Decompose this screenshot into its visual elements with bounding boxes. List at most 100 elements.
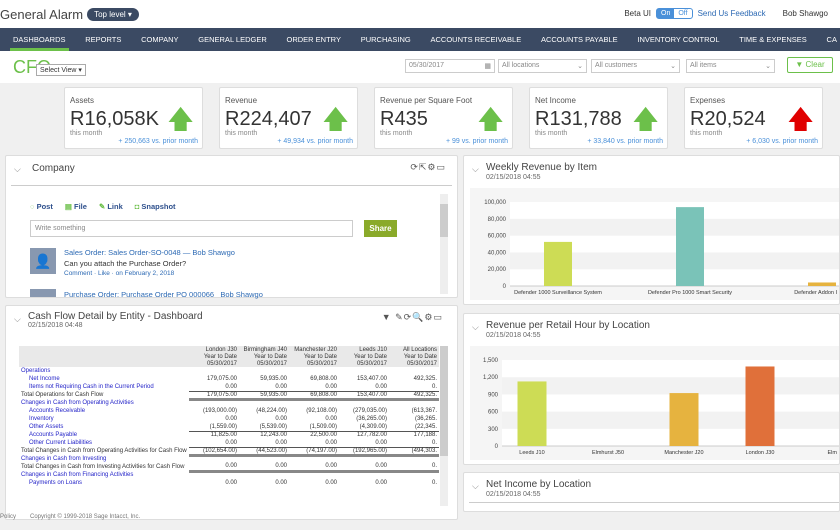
nav-item[interactable]: INVENTORY CONTROL — [634, 28, 722, 51]
collapse-chevron-icon[interactable]: ⌵ — [14, 164, 21, 175]
row-label[interactable]: Other Assets — [19, 423, 189, 431]
arrow-up-icon: 🡅 — [787, 104, 814, 134]
collapse-chevron-icon[interactable]: ⌵ — [472, 481, 479, 492]
tab-post[interactable]: ◌ Post — [30, 202, 53, 211]
cell-value: 492,325. — [389, 391, 439, 401]
customers-value: All customers — [595, 62, 638, 69]
locations-select[interactable]: All locations ⌄ — [498, 59, 587, 73]
post-input[interactable]: Write something — [30, 220, 353, 237]
panel-title: Cash Flow Detail by Entity - Dashboard — [28, 311, 203, 322]
row-label[interactable]: Net Income — [19, 375, 189, 383]
row-label[interactable]: Accounts Receivable — [19, 407, 189, 415]
x-tick-label: Elm — [828, 450, 838, 456]
kpi-change[interactable]: + 250,663 vs. prior month — [118, 138, 198, 145]
y-tick-label: 1,200 — [483, 375, 499, 381]
calendar-icon[interactable]: ▦ — [484, 62, 491, 70]
cell-value: 0.00 — [225, 416, 237, 422]
user-menu[interactable]: Bob Shawgo — [783, 9, 828, 18]
panel-actions-icons[interactable]: ▼ ✎⟳🔍⚙▭ — [382, 312, 443, 323]
row-label[interactable]: Other Current Liabilities — [19, 439, 189, 447]
kpi-card[interactable]: Revenue per Square Foot R435 this month + 9… — [374, 87, 513, 149]
kpi-period: this month — [535, 130, 568, 137]
collapse-chevron-icon[interactable]: ⌵ — [14, 314, 21, 325]
select-view-dropdown[interactable]: Select View ▾ — [36, 64, 86, 76]
feed-author[interactable]: Bob Shawgo — [220, 290, 263, 299]
feed-link[interactable]: Purchase Order: Purchase Order PO 000066 — [64, 290, 214, 299]
kpi-value: R435 — [380, 108, 428, 130]
row-label[interactable]: Accounts Payable — [19, 431, 189, 439]
table-row: Payments on Loans 0.00 0.00 0.00 0.00 0. — [19, 479, 439, 487]
cell-value: 177,188. — [413, 432, 437, 439]
feed-link[interactable]: Sales Order: Sales Order-SO-0048 — [64, 248, 181, 257]
policy-link[interactable]: Policy — [0, 514, 16, 520]
cell-value: 0.00 — [289, 439, 339, 448]
customers-select[interactable]: All customers ⌄ — [591, 59, 680, 73]
beta-toggle[interactable]: On Off — [656, 8, 693, 19]
kpi-card[interactable]: Net Income R131,788 this month + 33,840 vs.… — [529, 87, 668, 149]
nav-item[interactable]: DASHBOARDS — [10, 28, 69, 51]
cell-value — [339, 471, 389, 479]
kpi-change[interactable]: + 33,840 vs. prior month — [587, 138, 663, 145]
nav-item[interactable]: CA — [824, 28, 840, 51]
tab-snapshot[interactable]: ◘ Snapshot — [135, 202, 176, 211]
nav-item[interactable]: COMPANY — [138, 28, 181, 51]
collapse-chevron-icon[interactable]: ⌵ — [472, 322, 479, 333]
nav-item[interactable]: ACCOUNTS RECEIVABLE — [427, 28, 524, 51]
table-row: Total Changes in Cash from Operating Act… — [19, 447, 439, 457]
revenue-retail-hour-panel: ⌵ Revenue per Retail Hour by Location 02/1… — [463, 313, 840, 465]
column-header: Birmingham J40 — [239, 346, 289, 353]
row-label: Total Changes in Cash from Investing Act… — [21, 464, 185, 470]
camera-icon: ◘ — [134, 202, 140, 211]
cell-value: 0. — [389, 439, 439, 448]
row-label[interactable]: Changes in Cash from Financing Activitie… — [19, 471, 189, 479]
nav-item[interactable]: ORDER ENTRY — [284, 28, 344, 51]
kpi-change[interactable]: + 49,934 vs. prior month — [277, 138, 353, 145]
kpi-card[interactable]: Expenses R20,524 this month + 6,030 vs. pri… — [684, 87, 823, 149]
cell-value — [189, 367, 239, 375]
table-vscrollbar[interactable] — [440, 346, 448, 506]
kpi-card[interactable]: Assets R16,058K this month + 250,663 vs. pr… — [64, 87, 203, 149]
nav-item[interactable]: REPORTS — [82, 28, 124, 51]
cell-value — [339, 455, 389, 463]
nav-item[interactable]: GENERAL LEDGER — [195, 28, 270, 51]
date-input[interactable]: 05/30/2017 ▦ — [405, 59, 495, 73]
nav-item[interactable]: ACCOUNTS PAYABLE — [538, 28, 621, 51]
collapse-chevron-icon[interactable]: ⌵ — [472, 164, 479, 175]
row-label[interactable]: Changes in Cash from Investing — [19, 455, 189, 463]
cell-value — [239, 471, 289, 479]
kpi-card[interactable]: Revenue R224,407 this month + 49,934 vs. pr… — [219, 87, 358, 149]
row-label[interactable]: Inventory — [19, 415, 189, 423]
weekly-revenue-chart: 020,00040,00060,00080,000100,000Defender… — [470, 188, 839, 300]
beta-on[interactable]: On — [657, 9, 675, 18]
nav-item[interactable]: PURCHASING — [358, 28, 414, 51]
kpi-value: R224,407 — [225, 108, 312, 130]
tab-file[interactable]: ▤ File — [65, 202, 87, 211]
beta-off[interactable]: Off — [674, 9, 691, 18]
kpi-change[interactable]: + 99 vs. prior month — [446, 138, 508, 145]
cell-value — [289, 471, 339, 479]
row-label[interactable]: Changes in Cash from Operating Activitie… — [19, 399, 189, 407]
clear-filters-button[interactable]: ▼ Clear — [787, 57, 833, 73]
row-label[interactable]: Payments on Loans — [19, 479, 189, 487]
items-select[interactable]: All items ⌄ — [686, 59, 775, 73]
feed-author[interactable]: — Bob Shawgo — [183, 248, 235, 257]
kpi-change[interactable]: + 6,030 vs. prior month — [746, 138, 818, 145]
row-label[interactable]: Items not Requiring Cash in the Current … — [19, 383, 189, 391]
clear-label: Clear — [805, 60, 825, 69]
tab-link[interactable]: ✎ Link — [99, 202, 123, 211]
panel-actions-icons[interactable]: ⟳⇱⚙▭ — [410, 162, 446, 173]
cell-value: (44,523.00) — [239, 447, 289, 457]
feedback-link[interactable]: Send Us Feedback — [698, 9, 766, 18]
cell-value: (613,367. — [411, 408, 437, 414]
entity-level-dropdown[interactable]: Top level ▾ — [87, 7, 139, 21]
nav-item[interactable]: TIME & EXPENSES — [736, 28, 810, 51]
cell-value: 12,243.00 — [260, 432, 287, 439]
share-button[interactable]: Share — [364, 220, 397, 237]
row-label: Total Operations for Cash Flow — [21, 392, 104, 398]
feed-item-meta[interactable]: Comment · Like · on February 2, 2018 — [64, 270, 174, 277]
chevron-down-icon: ⌄ — [765, 63, 771, 70]
x-tick-label: Defender 1000 Surveillance System — [514, 290, 602, 296]
y-tick-label: 100,000 — [484, 200, 506, 206]
feed-scrollbar[interactable] — [440, 194, 448, 294]
row-label[interactable]: Operations — [19, 367, 189, 375]
